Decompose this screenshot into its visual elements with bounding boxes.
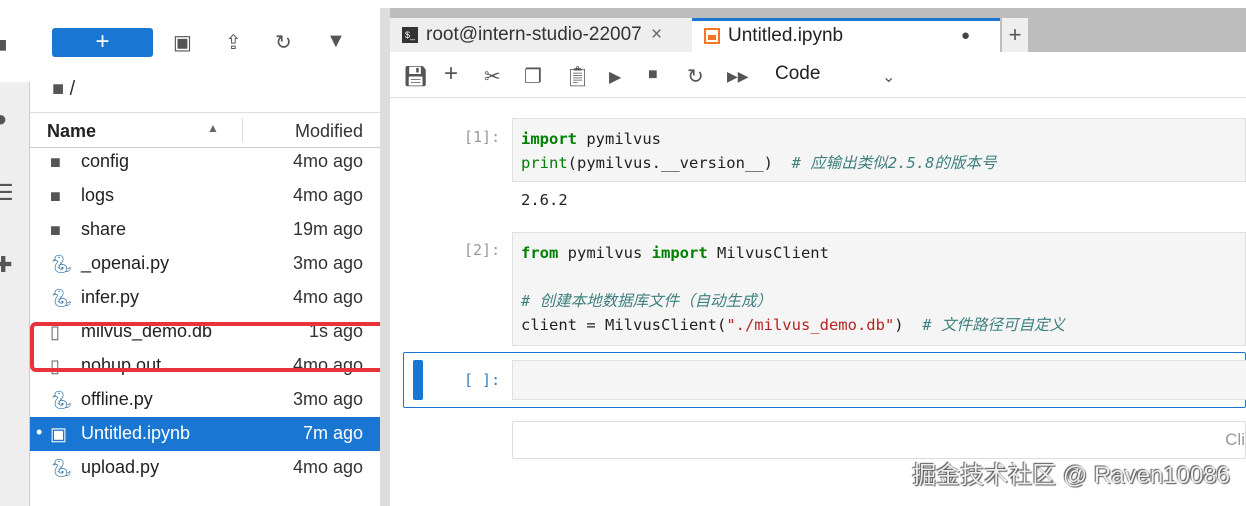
file-browser: + ▣ ⇪ ↻ ▼ ■ / Name ▲ Modified ■ config 4mo… [30,8,380,506]
code-cell-input[interactable]: from pymilvus import MilvusClient # 创建本地… [512,232,1246,346]
cut-icon[interactable]: ✂ [484,64,501,89]
folder-icon: ■ [50,152,61,172]
code-line: from pymilvus import MilvusClient [521,244,829,262]
code-line: import pymilvus [521,130,661,148]
file-modified: 7m ago [302,423,363,443]
running-indicator-icon: • [36,422,43,442]
unsaved-indicator-icon[interactable]: ● [961,21,970,51]
file-name: offline.py [81,389,153,409]
sort-ascending-icon[interactable]: ▲ [207,121,219,135]
file-name: infer.py [81,287,140,307]
file-modified: 4mo ago [292,287,363,307]
file-name: share [81,219,127,239]
activity-bar: ■ ● ☰ ✚ [0,32,30,506]
add-cell-hint[interactable]: Cli [512,421,1246,459]
close-icon[interactable]: × [651,24,662,45]
extensions-icon[interactable]: ✚ [0,252,18,277]
file-modified: 3mo ago [292,389,363,409]
highlight-annotation [30,322,393,372]
upload-icon[interactable]: ⇪ [225,30,242,55]
tab-label: Untitled.ipynb [728,25,844,46]
chevron-down-icon[interactable]: ⌄ [882,67,895,87]
file-row[interactable]: 🐍︎ infer.py 4mo ago [30,281,380,315]
watermark: 掘金技术社区 @ Raven10086 [912,462,1230,489]
file-row[interactable]: 🐍︎ offline.py 3mo ago [30,383,380,417]
insert-cell-icon[interactable]: + [444,60,458,88]
tab-bar: $_ root@intern-studio-22007 × Untitled.i… [390,8,1246,52]
notebook-icon [704,28,720,44]
file-row[interactable]: ■ config 4mo ago [30,145,380,179]
tab-terminal[interactable]: $_ root@intern-studio-22007 × [390,18,692,52]
cell-prompt: [ ]: [464,371,501,389]
restart-icon[interactable]: ↻ [687,64,704,89]
column-divider[interactable] [242,118,243,142]
notebook-icon: ▣ [50,424,68,444]
tab-label: root@intern-studio-22007 [426,24,642,45]
code-line: client = MilvusClient("./milvus_demo.db"… [521,316,1065,334]
commands-icon[interactable]: ☰ [0,180,18,205]
python-icon: 🐍︎ [50,458,73,478]
add-tab-button[interactable]: + [1002,18,1028,52]
cell-output: 2.6.2 [521,191,568,209]
file-name: Untitled.ipynb [81,423,191,443]
column-name[interactable]: Name [47,121,96,142]
paste-icon[interactable]: 📋︎ [565,64,590,89]
active-cell[interactable]: [ ]: [403,352,1246,408]
cell-collapser[interactable] [413,360,423,400]
file-row[interactable]: ■ logs 4mo ago [30,179,380,213]
breadcrumb-root[interactable]: / [70,78,76,100]
notebook-panel: $_ root@intern-studio-22007 × Untitled.i… [390,8,1246,506]
code-cell-input[interactable]: import pymilvus print(pymilvus.__version… [512,118,1246,182]
file-modified: 3mo ago [292,253,363,273]
file-list-header: Name ▲ Modified [30,112,380,148]
run-icon[interactable]: ▶ [609,67,621,87]
python-icon: 🐍︎ [50,390,73,410]
new-folder-icon[interactable]: ▣ [173,30,192,55]
file-modified: 4mo ago [292,151,363,171]
file-row[interactable]: 🐍︎ upload.py 4mo ago [30,451,380,485]
filter-icon[interactable]: ▼ [326,30,346,53]
file-modified: 4mo ago [292,457,363,477]
save-icon[interactable]: 💾︎ [403,64,428,89]
stop-icon[interactable]: ■ [648,66,658,84]
notebook-toolbar: 💾︎ + ✂ ❐ 📋︎ ▶ ■ ↻ ▶▶ Code ⌄ [390,58,1246,98]
folder-icon: ■ [52,78,65,100]
cell-prompt: [2]: [464,241,501,259]
file-modified: 19m ago [292,219,363,239]
top-strip [0,0,1246,8]
folder-icon[interactable]: ■ [0,32,18,57]
tab-notebook[interactable]: Untitled.ipynb ● [692,18,1000,52]
file-name: _openai.py [81,253,170,273]
folder-icon: ■ [50,220,61,240]
file-name: upload.py [81,457,160,477]
code-cell-input[interactable] [512,360,1246,400]
file-name: logs [81,185,115,205]
run-all-icon[interactable]: ▶▶ [727,68,749,85]
refresh-icon[interactable]: ↻ [275,30,292,55]
python-icon: 🐍︎ [50,254,73,274]
file-name: config [81,151,130,171]
terminal-icon: $_ [402,27,418,43]
breadcrumb[interactable]: ■ / [52,78,75,101]
column-modified[interactable]: Modified [295,121,363,142]
copy-icon[interactable]: ❐ [524,64,542,89]
cell-type-select[interactable]: Code [775,63,820,85]
cell-prompt: [1]: [464,128,501,146]
code-line: print(pymilvus.__version__) # 应输出类似2.5.8… [521,154,997,172]
file-modified: 4mo ago [292,185,363,205]
python-icon: 🐍︎ [50,288,73,308]
new-launcher-button[interactable]: + [52,28,153,57]
file-row[interactable]: ▣ • Untitled.ipynb 7m ago [30,417,380,451]
running-icon[interactable]: ● [0,106,18,131]
folder-icon: ■ [50,186,61,206]
file-row[interactable]: 🐍︎ _openai.py 3mo ago [30,247,380,281]
code-line: # 创建本地数据库文件（自动生成） [521,292,773,310]
panel-splitter[interactable] [380,8,390,506]
file-row[interactable]: ■ share 19m ago [30,213,380,247]
